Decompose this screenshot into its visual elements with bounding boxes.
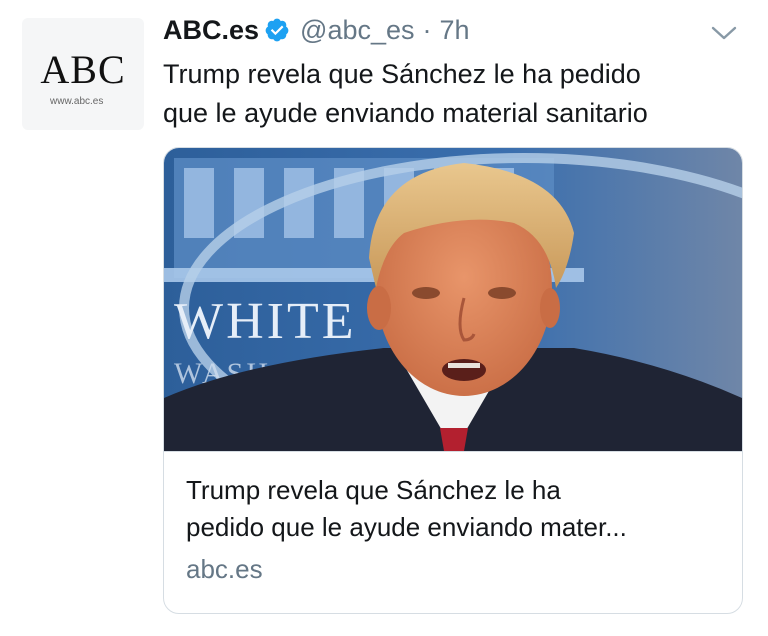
verified-badge-icon	[264, 17, 290, 43]
tweet-text-line: que le ayude enviando material sanitario	[163, 98, 648, 128]
tweet[interactable]: ABC www.abc.es ABC.es @abc_es · 7h Trump…	[0, 0, 768, 636]
avatar[interactable]: ABC www.abc.es	[22, 18, 144, 130]
card-photo-illustration: WHITE WASH	[164, 148, 742, 451]
avatar-logo-wordmark: ABC	[40, 46, 126, 92]
tweet-header: ABC.es @abc_es · 7h	[163, 10, 470, 50]
card-title-line: pedido que le ayude enviando mater...	[186, 512, 627, 542]
card-title: Trump revela que Sánchez le ha pedido qu…	[186, 472, 726, 546]
timestamp[interactable]: 7h	[440, 15, 470, 46]
card-title-line: Trump revela que Sánchez le ha	[186, 475, 561, 505]
avatar-logo-site: www.abc.es	[50, 95, 104, 107]
separator-dot: ·	[422, 14, 432, 45]
card-body[interactable]: Trump revela que Sánchez le ha pedido qu…	[164, 451, 742, 613]
chevron-down-icon[interactable]	[708, 22, 740, 44]
tweet-text: Trump revela que Sánchez le ha pedido qu…	[163, 55, 753, 133]
handle[interactable]: @abc_es	[300, 15, 414, 46]
link-card[interactable]: WHITE WASH Trump revela que Sánchez le h…	[163, 147, 743, 614]
card-domain: abc.es	[186, 554, 263, 584]
card-image[interactable]: WHITE WASH	[164, 148, 742, 451]
seal-text: WHITE	[174, 293, 356, 350]
tweet-text-line: Trump revela que Sánchez le ha pedido	[163, 59, 641, 89]
display-name[interactable]: ABC.es	[163, 15, 259, 46]
